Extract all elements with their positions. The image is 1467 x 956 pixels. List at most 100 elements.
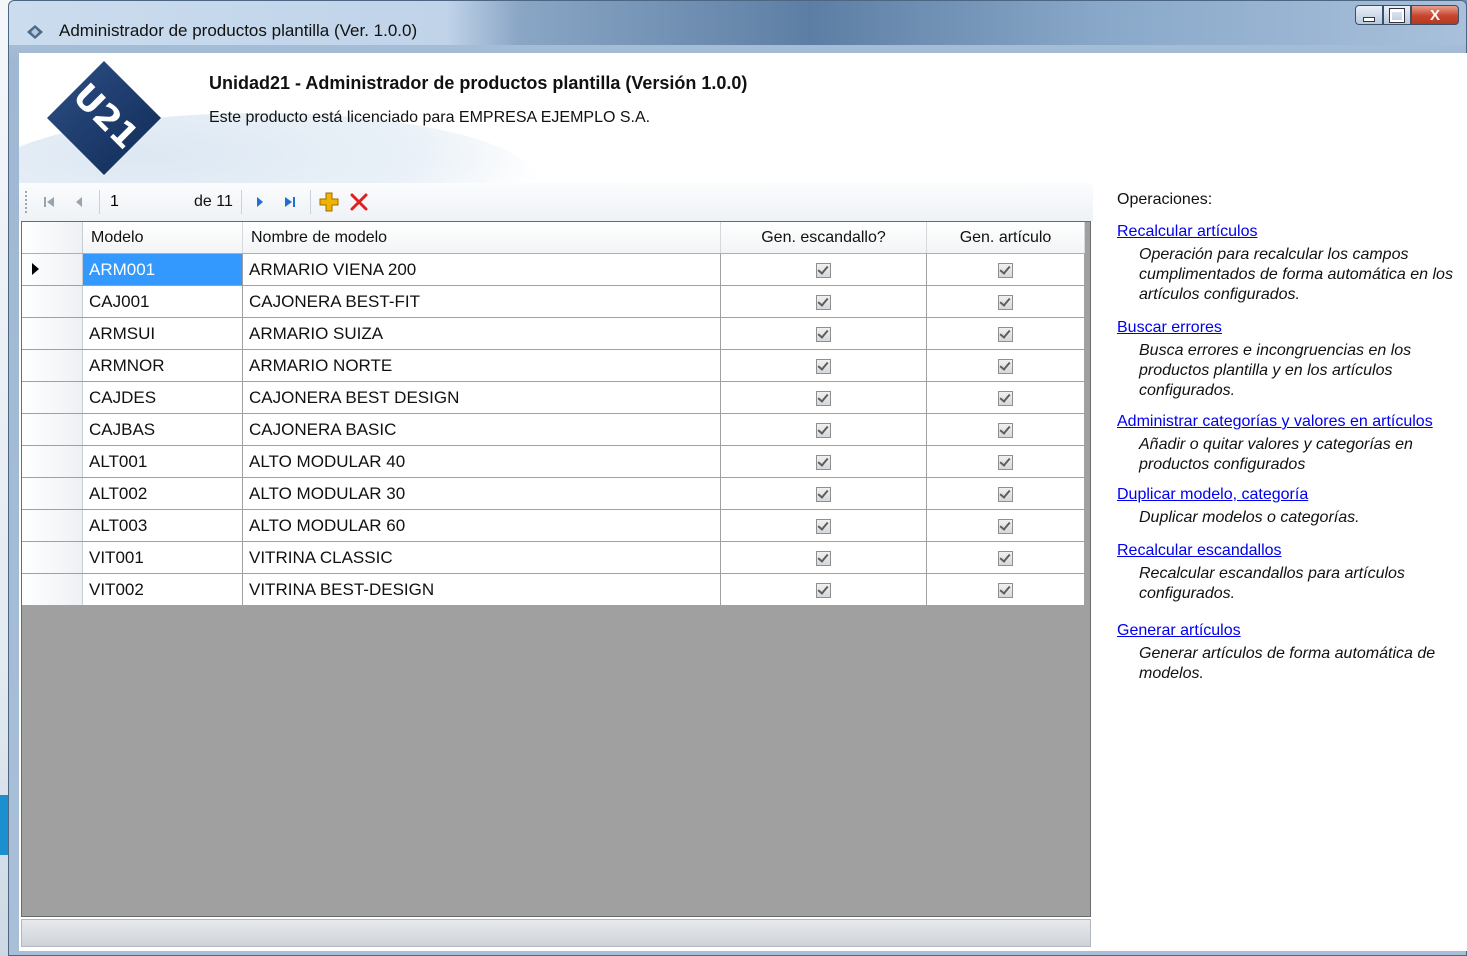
row-header[interactable] [22,541,83,574]
table-row[interactable]: ARMNOR ARMARIO NORTE [22,349,1085,382]
table-row[interactable]: ARM001 ARMARIO VIENA 200 [22,253,1085,286]
cell-gen-articulo[interactable] [926,509,1085,542]
row-header[interactable] [22,253,83,286]
cell-gen-articulo[interactable] [926,445,1085,478]
move-previous-button[interactable] [67,190,91,214]
table-row[interactable]: VIT001 VITRINA CLASSIC [22,541,1085,574]
cell-modelo[interactable]: ALT003 [82,509,243,542]
position-input[interactable] [108,189,184,215]
row-header[interactable] [22,477,83,510]
cell-nombre[interactable]: ALTO MODULAR 60 [242,509,721,542]
toolbar-grip[interactable] [25,191,31,213]
checked-checkbox[interactable] [816,326,831,342]
checked-checkbox[interactable] [998,262,1013,278]
table-row[interactable]: CAJBAS CAJONERA BASIC [22,413,1085,446]
cell-gen-escandallo[interactable] [720,477,927,510]
checked-checkbox[interactable] [816,358,831,374]
table-row[interactable]: VIT002 VITRINA BEST-DESIGN [22,573,1085,606]
move-first-button[interactable] [37,190,61,214]
cell-gen-escandallo[interactable] [720,317,927,350]
column-header-gen-escandallo[interactable]: Gen. escandallo? [720,222,927,254]
cell-modelo[interactable]: CAJBAS [82,413,243,446]
column-header-modelo[interactable]: Modelo [82,222,243,254]
checked-checkbox[interactable] [816,550,831,566]
cell-nombre[interactable]: CAJONERA BEST DESIGN [242,381,721,414]
cell-gen-articulo[interactable] [926,477,1085,510]
row-header[interactable] [22,509,83,542]
cell-nombre[interactable]: CAJONERA BASIC [242,413,721,446]
cell-nombre[interactable]: ARMARIO VIENA 200 [242,253,721,286]
administrar-categorias-link[interactable]: Administrar categorías y valores en artí… [1117,413,1461,431]
cell-gen-escandallo[interactable] [720,445,927,478]
checked-checkbox[interactable] [816,294,831,310]
minimize-button[interactable] [1355,5,1383,25]
models-grid[interactable]: Modelo Nombre de modelo Gen. escandallo?… [21,221,1091,917]
table-row[interactable]: ALT001 ALTO MODULAR 40 [22,445,1085,478]
checked-checkbox[interactable] [816,262,831,278]
checked-checkbox[interactable] [998,390,1013,406]
close-button[interactable]: X [1411,5,1459,25]
table-row[interactable]: ARMSUI ARMARIO SUIZA [22,317,1085,350]
cell-modelo[interactable]: ALT001 [82,445,243,478]
cell-gen-escandallo[interactable] [720,349,927,382]
row-header[interactable] [22,413,83,446]
table-row[interactable]: ALT003 ALTO MODULAR 60 [22,509,1085,542]
cell-nombre[interactable]: VITRINA CLASSIC [242,541,721,574]
row-header[interactable] [22,349,83,382]
checked-checkbox[interactable] [998,550,1013,566]
checked-checkbox[interactable] [816,518,831,534]
row-header[interactable] [22,445,83,478]
cell-gen-escandallo[interactable] [720,509,927,542]
column-header-gen-articulo[interactable]: Gen. artículo [926,222,1085,254]
row-header[interactable] [22,381,83,414]
table-row[interactable]: ALT002 ALTO MODULAR 30 [22,477,1085,510]
cell-gen-articulo[interactable] [926,413,1085,446]
recalcular-escandallos-link[interactable]: Recalcular escandallos [1117,542,1461,560]
checked-checkbox[interactable] [816,454,831,470]
corner-header[interactable] [22,222,83,254]
table-row[interactable]: CAJDES CAJONERA BEST DESIGN [22,381,1085,414]
row-header[interactable] [22,573,83,606]
cell-modelo[interactable]: ARMSUI [82,317,243,350]
cell-gen-articulo[interactable] [926,541,1085,574]
cell-modelo[interactable]: CAJ001 [82,285,243,318]
checked-checkbox[interactable] [816,390,831,406]
cell-nombre[interactable]: ALTO MODULAR 40 [242,445,721,478]
move-last-button[interactable] [278,190,302,214]
generar-articulos-link[interactable]: Generar artículos [1117,622,1461,640]
delete-button[interactable] [347,190,371,214]
cell-gen-articulo[interactable] [926,253,1085,286]
cell-nombre[interactable]: CAJONERA BEST-FIT [242,285,721,318]
row-header[interactable] [22,317,83,350]
checked-checkbox[interactable] [998,486,1013,502]
checked-checkbox[interactable] [998,518,1013,534]
cell-gen-articulo[interactable] [926,381,1085,414]
cell-nombre[interactable]: ARMARIO NORTE [242,349,721,382]
cell-modelo[interactable]: ARMNOR [82,349,243,382]
checked-checkbox[interactable] [816,422,831,438]
row-header[interactable] [22,285,83,318]
checked-checkbox[interactable] [998,294,1013,310]
recalcular-articulos-link[interactable]: Recalcular artículos [1117,223,1461,241]
checked-checkbox[interactable] [998,358,1013,374]
cell-gen-articulo[interactable] [926,285,1085,318]
cell-modelo[interactable]: ARM001 [82,253,243,286]
cell-gen-articulo[interactable] [926,573,1085,606]
move-next-button[interactable] [248,190,272,214]
cell-gen-escandallo[interactable] [720,285,927,318]
cell-gen-escandallo[interactable] [720,541,927,574]
checked-checkbox[interactable] [998,582,1013,598]
maximize-button[interactable] [1383,5,1411,25]
buscar-errores-link[interactable]: Buscar errores [1117,319,1461,337]
title-bar[interactable]: Administrador de productos plantilla (Ve… [9,1,1466,45]
column-header-nombre[interactable]: Nombre de modelo [242,222,721,254]
checked-checkbox[interactable] [998,422,1013,438]
checked-checkbox[interactable] [816,486,831,502]
cell-gen-escandallo[interactable] [720,413,927,446]
cell-modelo[interactable]: VIT001 [82,541,243,574]
cell-nombre[interactable]: VITRINA BEST-DESIGN [242,573,721,606]
checked-checkbox[interactable] [998,326,1013,342]
cell-nombre[interactable]: ALTO MODULAR 30 [242,477,721,510]
cell-nombre[interactable]: ARMARIO SUIZA [242,317,721,350]
cell-gen-escandallo[interactable] [720,381,927,414]
